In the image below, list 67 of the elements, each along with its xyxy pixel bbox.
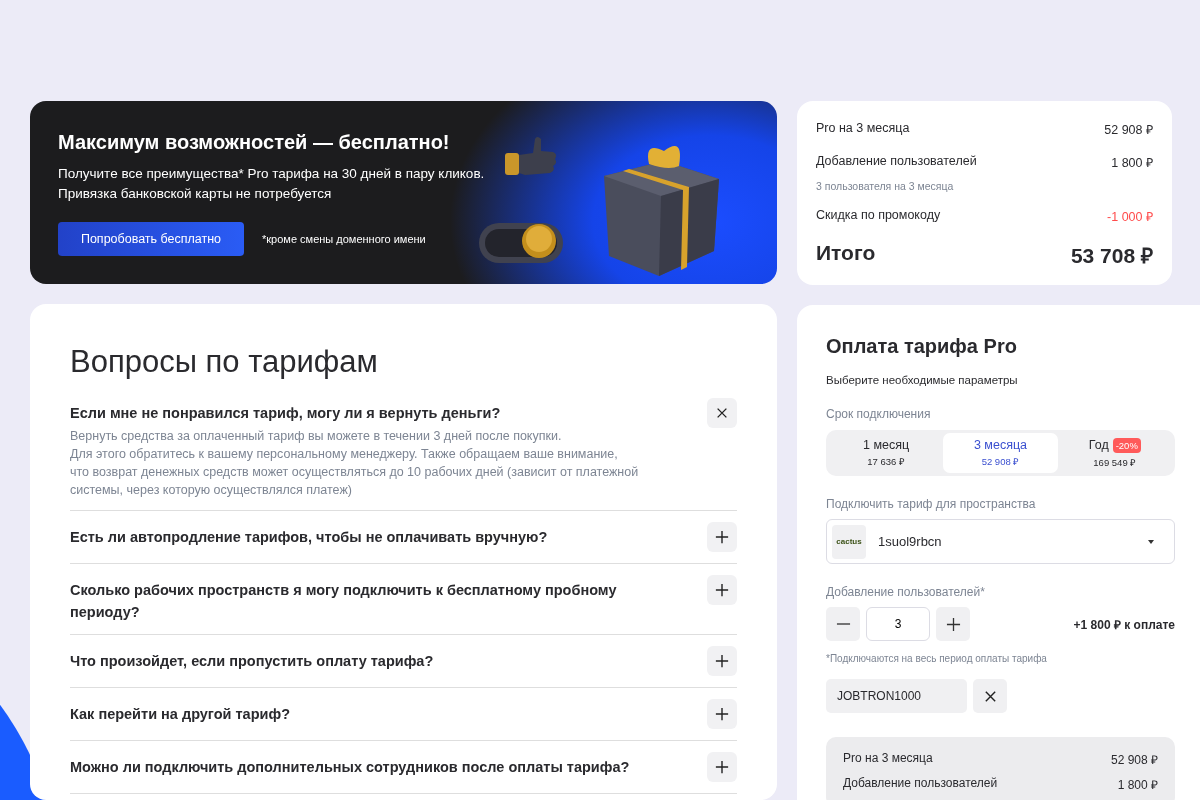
close-icon	[715, 406, 729, 420]
period-label: Срок подключения	[826, 407, 932, 421]
expand-button[interactable]	[707, 699, 737, 729]
faq-title: Вопросы по тарифам	[70, 344, 379, 380]
faq-answer: Вернуть средства за оплаченный тариф вы можете в течении 3 дней после покупки.	[70, 428, 563, 445]
period-option[interactable]: 3 месяца 52 908 ₽	[943, 433, 1058, 473]
summary-value: 52 908 ₽	[1110, 752, 1158, 768]
summary-label: Pro на 3 месяца	[816, 121, 910, 137]
summary-label: Добавление пользователей	[816, 154, 977, 170]
expand-button[interactable]	[707, 575, 737, 605]
total-label: Итого	[816, 241, 876, 266]
space-name: 1suol9rbcn	[878, 534, 943, 549]
payment-subtitle: Выберите необходимые параметры	[826, 374, 1019, 386]
caret-icon	[1148, 539, 1154, 544]
plus-icon	[945, 616, 961, 632]
users-note: *Подключаются на весь период оплаты тарифа	[826, 653, 1048, 664]
faq-answer: что возврат денежных средств может осуществляться до 10 рабочих дней (зависит от платежной системы, через которую осуществлялся платеж)	[70, 464, 640, 499]
summary-note: 3 пользователя на 3 месяца	[816, 180, 955, 192]
faq-question[interactable]: Есть ли автопродление тарифов, чтобы не оплачивать вручную?	[70, 522, 640, 548]
minus-icon	[835, 623, 851, 625]
users-count-field[interactable]: 3	[866, 607, 930, 641]
expand-button[interactable]	[707, 522, 737, 552]
period-name: Год	[1088, 438, 1109, 452]
increase-button[interactable]	[936, 607, 970, 641]
summary-value: 1 800 ₽	[1117, 777, 1158, 793]
banner-footnote: *кроме смены доменного имени	[262, 233, 426, 245]
period-option[interactable]: Год -20% 169 549 ₽	[1057, 433, 1172, 473]
faq-question[interactable]: Сколько рабочих пространств я могу подключить к бесплатному пробному периоду?	[70, 575, 640, 623]
users-extra-price: +1 800 ₽ к оплате	[1073, 616, 1175, 633]
banner-title: Максимум возможностей — бесплатно!	[58, 131, 451, 154]
faq-question[interactable]: Что произойдет, если пропустить оплату тарифа?	[70, 646, 640, 672]
summary-label: Добавление пользователей	[843, 776, 998, 792]
plus-icon	[715, 583, 729, 597]
summary-value: -1 000 ₽	[1107, 209, 1153, 225]
plus-icon	[715, 530, 729, 544]
summary-label: Скидка по промокоду	[816, 208, 941, 224]
discount-badge: -20%	[1112, 437, 1141, 453]
total-value: 53 708 ₽	[1070, 243, 1153, 269]
users-label: Добавление пользователей*	[826, 585, 986, 599]
banner-text: Получите все преимущества* Pro тарифа на 30 дней в пару кликов.	[58, 165, 485, 183]
decrease-button[interactable]	[826, 607, 860, 641]
period-option[interactable]: 1 месяц 17 636 ₽	[829, 433, 944, 473]
faq-answer: Для этого обратитесь к вашему персональному менеджеру. Также обращаем ваше внимание,	[70, 446, 619, 463]
faq-question[interactable]: Можно ли подключить дополнительных сотрудников после оплаты тарифа?	[70, 752, 640, 778]
try-free-button[interactable]: Попробовать бесплатно	[58, 222, 244, 256]
banner-text: Привязка банковской карты не потребуется	[58, 185, 333, 203]
summary-value: 1 800 ₽	[1111, 155, 1153, 171]
space-label: Подключить тариф для пространства	[826, 497, 1037, 511]
faq-question[interactable]: Как перейти на другой тариф?	[70, 699, 640, 725]
clear-promo-button[interactable]	[973, 679, 1007, 713]
summary-value: 52 908 ₽	[1104, 122, 1153, 138]
plus-icon	[715, 654, 729, 668]
period-price: 52 908 ₽	[981, 455, 1020, 468]
period-price: 169 549 ₽	[1093, 455, 1137, 469]
expand-button[interactable]	[707, 752, 737, 782]
plus-icon	[715, 760, 729, 774]
plus-icon	[715, 707, 729, 721]
space-select[interactable]: cactus 1suol9rbcn	[826, 519, 1175, 564]
faq-question[interactable]: Если мне не понравился тариф, могу ли я вернуть деньги?	[70, 398, 640, 424]
period-price: 17 636 ₽	[867, 455, 905, 468]
period-name: 1 месяц	[863, 438, 910, 452]
expand-button[interactable]	[707, 646, 737, 676]
promo-code-field[interactable]: JOBTRON1000	[826, 679, 967, 713]
payment-title: Оплата тарифа Pro	[826, 335, 1018, 358]
summary-label: Pro на 3 месяца	[843, 751, 933, 767]
period-name: 3 месяца	[973, 438, 1028, 452]
space-logo: cactus	[832, 524, 866, 559]
